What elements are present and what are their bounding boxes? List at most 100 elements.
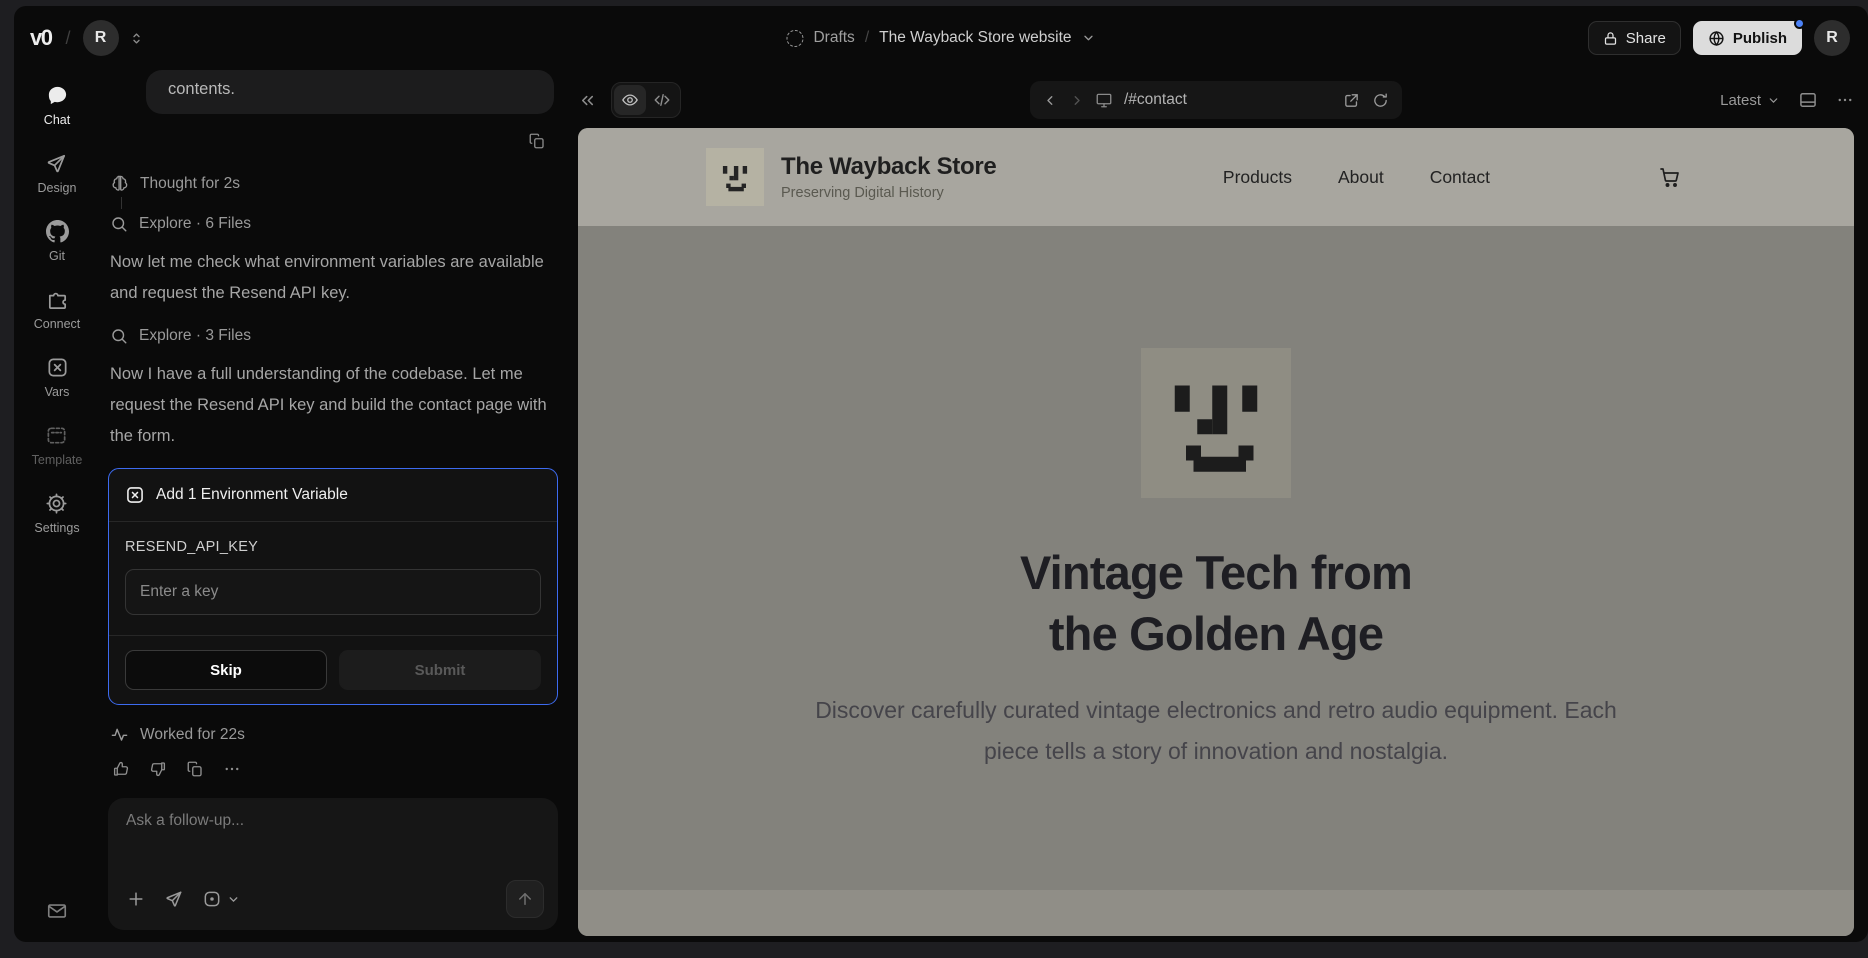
site-tagline: Preserving Digital History (781, 185, 996, 201)
design-icon (45, 152, 68, 175)
version-dropdown[interactable]: Latest (1720, 92, 1780, 109)
publish-notification-badge (1794, 18, 1805, 29)
skip-button[interactable]: Skip (125, 650, 327, 690)
hero-face-logo (1141, 348, 1291, 498)
thought-step[interactable]: Thought for 2s (110, 174, 560, 193)
envelope-icon (46, 900, 68, 922)
breadcrumb-separator: / (865, 29, 869, 47)
message-actions (112, 760, 560, 778)
eye-icon (621, 91, 639, 109)
sidebar-label: Connect (34, 317, 81, 331)
submit-button[interactable]: Submit (339, 650, 541, 690)
publish-button[interactable]: Publish (1693, 21, 1802, 55)
cart-button[interactable] (1658, 165, 1682, 189)
chat-composer (108, 798, 558, 930)
explore-step-3-files[interactable]: Explore · 3 Files (110, 327, 560, 345)
activity-icon (110, 725, 129, 744)
copy-icon (186, 760, 204, 778)
model-picker-button[interactable] (202, 889, 240, 909)
copy-message-button[interactable] (528, 132, 546, 150)
chat-icon (46, 84, 69, 107)
sidebar-label: Settings (34, 521, 79, 535)
chevrons-left-icon (578, 91, 597, 110)
sidebar-item-vars[interactable]: Vars (45, 356, 70, 399)
hero-title: Vintage Tech from the Golden Age (1020, 542, 1412, 664)
chat-panel: contents. Thought for 2s Explore · 6 Fil… (100, 70, 570, 942)
share-button[interactable]: Share (1588, 21, 1681, 55)
top-bar: v0 / R Drafts / The Wayback Store websit… (14, 6, 1868, 70)
feedback-mail-button[interactable] (46, 900, 68, 922)
preview-toolbar-right: Latest (1720, 90, 1854, 110)
lock-icon (1603, 31, 1618, 46)
refresh-icon[interactable] (1372, 92, 1389, 109)
design-mode-button[interactable] (164, 889, 184, 909)
ellipsis-icon[interactable] (1836, 91, 1854, 109)
sidebar-item-settings[interactable]: Settings (34, 492, 79, 535)
user-avatar[interactable]: R (1814, 20, 1850, 56)
code-icon (653, 91, 671, 109)
env-card-body: RESEND_API_KEY (109, 522, 557, 636)
env-card-footer: Skip Submit (109, 636, 557, 704)
copy-response-button[interactable] (186, 760, 204, 778)
thumbs-up-button[interactable] (112, 760, 130, 778)
topbar-actions: Share Publish R (1588, 20, 1850, 56)
plus-icon (126, 889, 146, 909)
v0-logo[interactable]: v0 (30, 25, 51, 51)
thumbs-up-icon (112, 760, 130, 778)
attach-button[interactable] (126, 889, 146, 909)
sidebar-item-design[interactable]: Design (38, 152, 77, 195)
followup-input[interactable] (126, 812, 544, 880)
nav-link-about[interactable]: About (1338, 167, 1384, 188)
chevron-down-icon[interactable] (1082, 31, 1096, 45)
send-message-button[interactable] (506, 880, 544, 918)
template-icon (45, 424, 68, 447)
external-link-icon[interactable] (1343, 92, 1360, 109)
assistant-message: Now I have a full understanding of the c… (110, 359, 554, 452)
breadcrumb: Drafts / The Wayback Store website (786, 29, 1095, 47)
worked-step[interactable]: Worked for 22s (110, 725, 560, 744)
url-text[interactable]: /#contact (1124, 91, 1187, 109)
forward-button[interactable] (1069, 93, 1084, 108)
collapse-panel-button[interactable] (578, 91, 597, 110)
site-nav: Products About Contact (1223, 167, 1490, 188)
nav-link-contact[interactable]: Contact (1430, 167, 1490, 188)
assistant-message: Now let me check what environment variab… (110, 247, 554, 309)
code-mode-button[interactable] (646, 85, 678, 115)
breadcrumb-slash: / (65, 28, 70, 49)
explore-label: Explore · 3 Files (139, 327, 251, 345)
user-message-text: contents. (168, 80, 235, 98)
explore-step-6-files[interactable]: Explore · 6 Files (110, 215, 560, 233)
team-switcher-button[interactable] (129, 31, 144, 46)
sidebar-item-connect[interactable]: Connect (34, 288, 81, 331)
site-preview: The Wayback Store Preserving Digital His… (578, 128, 1854, 936)
hero-title-line1: Vintage Tech from (1020, 546, 1412, 599)
thumbs-down-button[interactable] (149, 760, 167, 778)
nav-link-products[interactable]: Products (1223, 167, 1292, 188)
breadcrumb-project[interactable]: The Wayback Store website (879, 29, 1071, 47)
sidebar-item-template[interactable]: Template (32, 424, 83, 467)
sidebar-label: Git (49, 249, 65, 263)
vars-icon (46, 356, 69, 379)
user-message-bubble: contents. (146, 70, 554, 114)
preview-mode-button[interactable] (614, 85, 646, 115)
monitor-icon[interactable] (1095, 91, 1113, 109)
chevron-right-icon (1069, 93, 1084, 108)
drafts-icon (786, 30, 803, 47)
brain-icon (110, 174, 129, 193)
sidebar-label: Design (38, 181, 77, 195)
sidebar-item-git[interactable]: Git (46, 220, 69, 263)
sidebar-item-chat[interactable]: Chat (44, 84, 70, 127)
site-brand[interactable]: The Wayback Store Preserving Digital His… (706, 148, 996, 206)
chevron-down-icon (1767, 94, 1780, 107)
url-bar: /#contact (1030, 81, 1402, 119)
env-key-input[interactable] (125, 569, 541, 615)
back-button[interactable] (1043, 93, 1058, 108)
main-area: Chat Design Git Connect Vars Template (14, 70, 1868, 942)
env-variable-card: Add 1 Environment Variable RESEND_API_KE… (108, 468, 558, 705)
explore-label: Explore · 6 Files (139, 215, 251, 233)
breadcrumb-drafts[interactable]: Drafts (813, 29, 854, 47)
ellipsis-icon (223, 760, 241, 778)
more-actions-button[interactable] (223, 760, 241, 778)
browser-layout-icon[interactable] (1798, 90, 1818, 110)
team-avatar[interactable]: R (83, 20, 119, 56)
